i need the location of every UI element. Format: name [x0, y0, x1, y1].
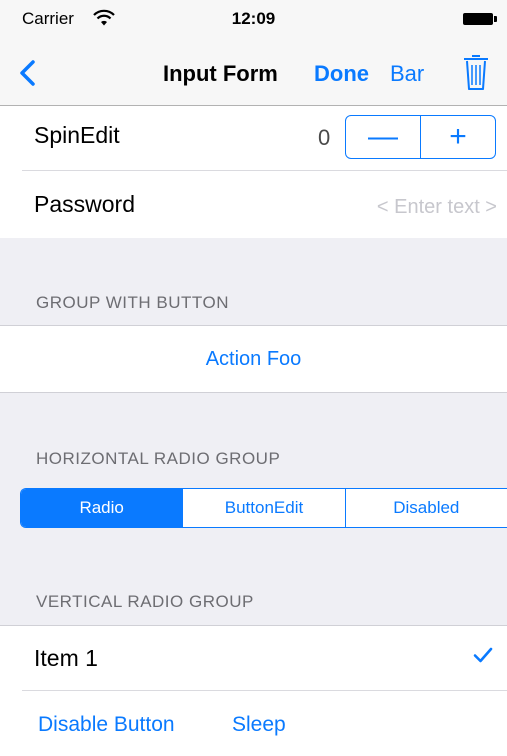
page-title: Input Form	[163, 61, 278, 86]
bottom-button-row: Disable Button Sleep	[0, 691, 507, 756]
done-button[interactable]: Done	[314, 61, 369, 87]
password-row[interactable]: Password < Enter text >	[0, 171, 507, 238]
action-foo-button[interactable]: Action Foo	[0, 348, 507, 371]
segment-radio[interactable]: Radio	[21, 489, 183, 527]
spinedit-value: 0	[318, 125, 331, 150]
trash-icon[interactable]	[461, 52, 491, 92]
horizontal-radio-header: HORIZONTAL RADIO GROUP	[36, 449, 281, 468]
list-item[interactable]: Item 1	[0, 626, 507, 690]
password-label: Password	[34, 191, 135, 217]
vertical-radio-header: VERTICAL RADIO GROUP	[36, 592, 254, 611]
item-label: Item 1	[34, 645, 98, 671]
navigation-bar: Input Form Done Bar	[0, 40, 507, 106]
minus-icon: —	[368, 120, 398, 153]
quantity-stepper: — +	[345, 115, 496, 159]
spinedit-row: SpinEdit 0 — +	[0, 106, 507, 170]
screen: Carrier 12:09 Input Form Done Bar SpinEd…	[0, 0, 507, 756]
disable-button[interactable]: Disable Button	[38, 713, 175, 737]
battery-icon	[463, 13, 497, 25]
horizontal-radio-group: Radio ButtonEdit Disabled	[20, 488, 507, 528]
clock: 12:09	[231, 9, 276, 28]
action-row: Action Foo	[0, 326, 507, 392]
bar-button[interactable]: Bar	[390, 61, 424, 87]
group-with-button-header: GROUP WITH BUTTON	[36, 293, 229, 312]
plus-icon: +	[449, 120, 467, 153]
status-bar: Carrier 12:09	[0, 0, 507, 40]
spinedit-label: SpinEdit	[34, 122, 120, 148]
decrement-button[interactable]: —	[346, 116, 420, 158]
segment-disabled[interactable]: Disabled	[344, 489, 507, 527]
vertical-radio-group: Item 1 Disable Button Sleep	[0, 626, 507, 756]
password-field[interactable]: < Enter text >	[377, 196, 497, 219]
sleep-button[interactable]: Sleep	[232, 713, 286, 737]
section-bottom-border	[0, 392, 507, 393]
segment-buttonedit[interactable]: ButtonEdit	[182, 489, 344, 527]
increment-button[interactable]: +	[420, 116, 495, 158]
checkmark-icon	[473, 647, 493, 663]
back-chevron-icon[interactable]	[18, 60, 38, 86]
form-group: SpinEdit 0 — + Password < Enter text >	[0, 106, 507, 238]
